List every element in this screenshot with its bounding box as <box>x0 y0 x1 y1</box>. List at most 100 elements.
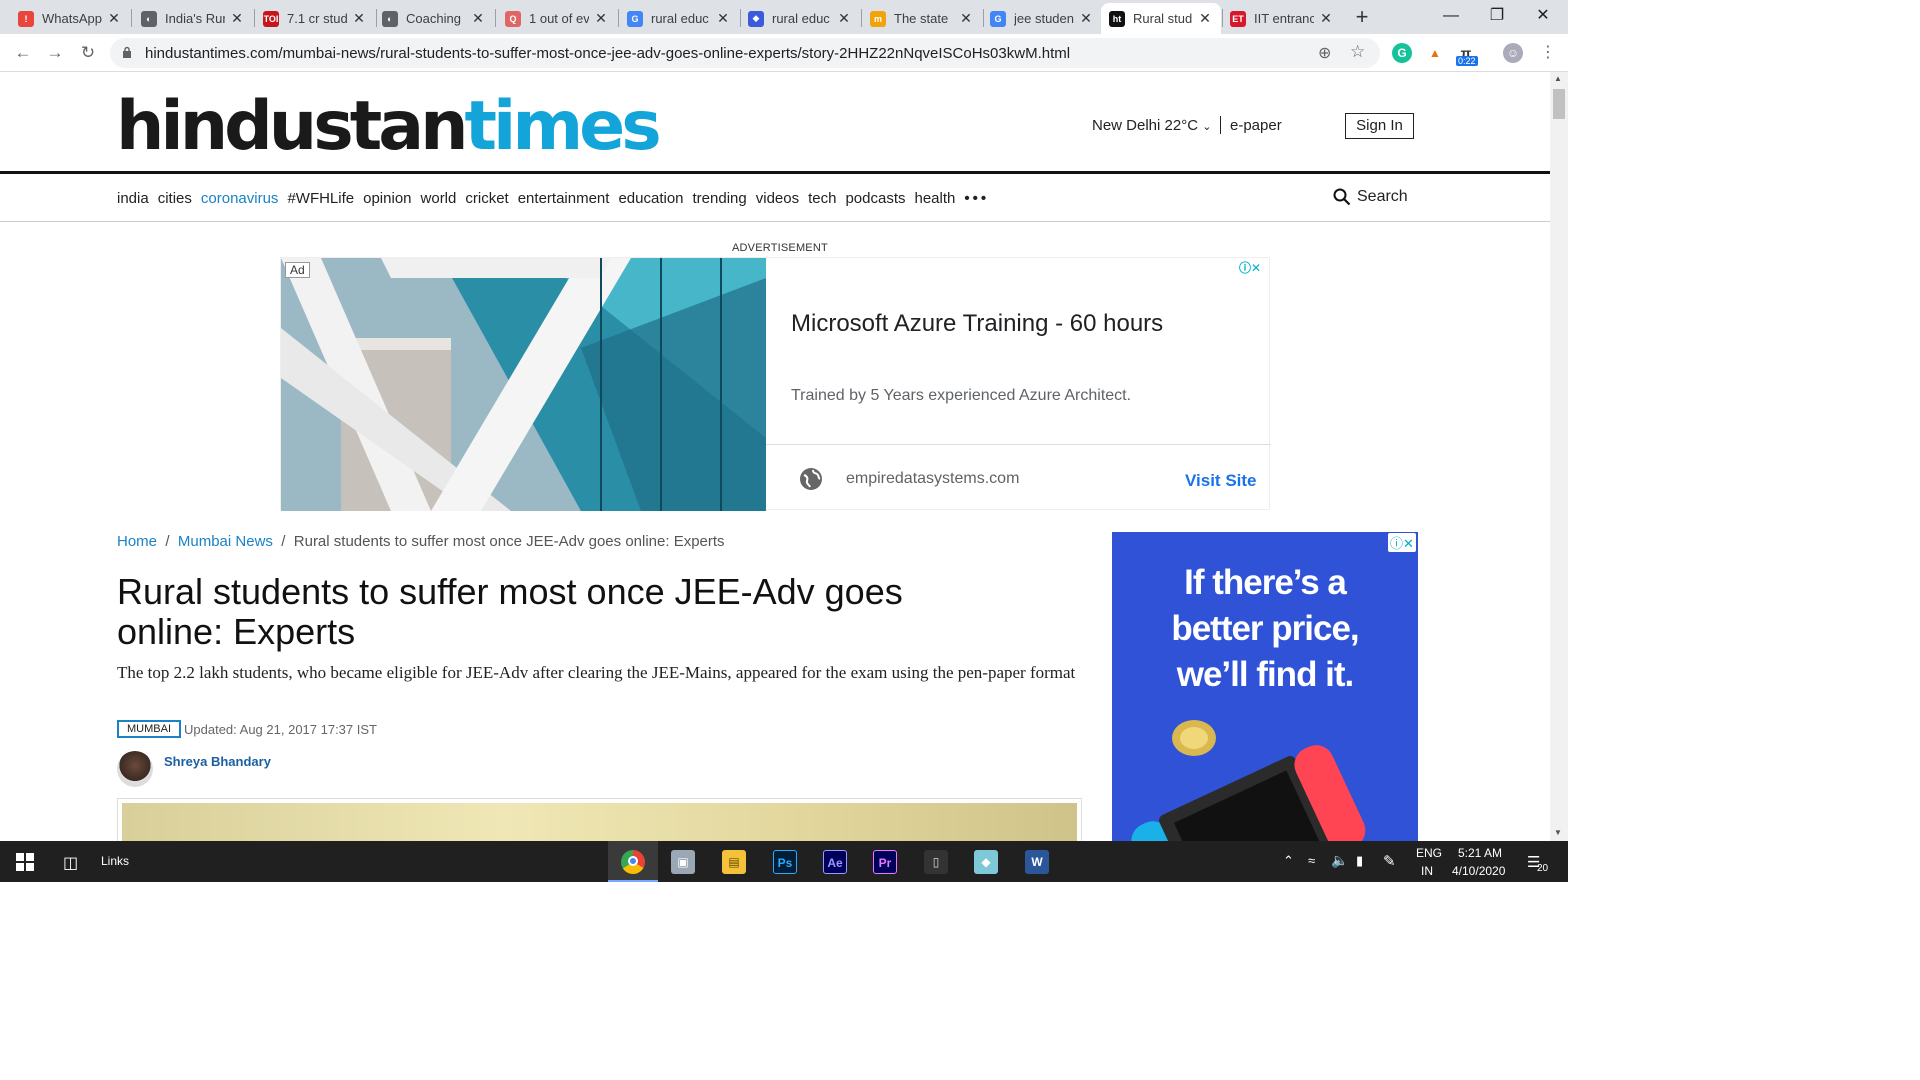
ad-title[interactable]: Microsoft Azure Training - 60 hours <box>791 310 1163 338</box>
close-window-button[interactable]: ✕ <box>1520 0 1566 32</box>
browser-tab[interactable]: Gjee studen ✕ <box>982 3 1102 34</box>
nav-item-wfhlife[interactable]: #WFHLife <box>287 190 354 207</box>
forward-button[interactable]: → <box>42 40 68 66</box>
author-avatar[interactable] <box>117 751 153 787</box>
nav-item-coronavirus[interactable]: coronavirus <box>201 190 279 207</box>
tab-close-icon[interactable]: ✕ <box>958 10 974 27</box>
grammarly-icon[interactable]: G <box>1392 43 1412 63</box>
app-icon[interactable]: ▣ <box>671 850 695 874</box>
browser-tab[interactable]: ! WhatsApp ✕ <box>10 3 130 34</box>
address-bar[interactable]: hindustantimes.com/mumbai-news/rural-stu… <box>110 38 1380 68</box>
file-explorer-icon[interactable]: ▤ <box>722 850 746 874</box>
browser-tab[interactable]: ht Rural stud ✕ <box>1101 3 1221 34</box>
ad-image[interactable]: Ad <box>281 258 766 511</box>
tab-close-icon[interactable]: ✕ <box>1318 10 1334 27</box>
sidebar-ad[interactable]: ⓘ✕ If there’s a better price, we’ll find… <box>1112 532 1418 841</box>
language-primary[interactable]: ENG <box>1416 846 1442 860</box>
tab-close-icon[interactable]: ✕ <box>351 10 367 27</box>
nav-item-trending[interactable]: trending <box>693 190 747 207</box>
tab-close-icon[interactable]: ✕ <box>593 10 609 27</box>
tab-close-icon[interactable]: ✕ <box>106 10 122 27</box>
bookmark-star-icon[interactable]: ☆ <box>1350 42 1365 62</box>
browser-tab[interactable]: ◐ India's Rural ✕ <box>133 3 253 34</box>
chrome-icon[interactable] <box>621 850 645 874</box>
word-icon[interactable]: W <box>1025 850 1049 874</box>
sign-in-button[interactable]: Sign In <box>1345 113 1414 139</box>
browser-tab[interactable]: Q 1 out of every ✕ <box>497 3 617 34</box>
wifi-icon[interactable]: ≈ <box>1308 853 1315 868</box>
language-region[interactable]: IN <box>1421 864 1433 878</box>
profile-avatar[interactable]: ☺ <box>1503 43 1523 63</box>
browser-tab[interactable]: TOI 7.1 cr students ✕ <box>255 3 375 34</box>
more-menu-icon[interactable]: ••• <box>964 190 989 207</box>
notification-count: 20 <box>1537 863 1549 874</box>
scroll-up-arrow-icon[interactable]: ▲ <box>1554 74 1562 83</box>
author-name[interactable]: Shreya Bhandary <box>164 754 271 769</box>
extension-flame-icon[interactable]: ▲ <box>1425 43 1445 63</box>
battery-icon[interactable]: ▮ <box>1356 853 1363 869</box>
tab-close-icon[interactable]: ✕ <box>715 10 731 27</box>
breadcrumb-mumbai-news[interactable]: Mumbai News <box>178 533 273 550</box>
divider <box>766 444 1271 445</box>
site-logo[interactable]: hindustantimes <box>116 92 662 162</box>
menu-icon[interactable]: ⋮ <box>1540 42 1556 62</box>
nav-item-cricket[interactable]: cricket <box>465 190 508 207</box>
breadcrumb-separator: / <box>277 533 290 550</box>
scroll-down-arrow-icon[interactable]: ▼ <box>1554 828 1562 837</box>
clock-time[interactable]: 5:21 AM <box>1458 846 1502 860</box>
browser-tab[interactable]: ET IIT entranc ✕ <box>1222 3 1342 34</box>
nav-item-cities[interactable]: cities <box>158 190 192 207</box>
app-icon[interactable]: ◆ <box>974 850 998 874</box>
photoshop-icon[interactable]: Ps <box>773 850 797 874</box>
banner-ad[interactable]: Ad ⓘ✕ Microsoft Azure Training - 60 hour… <box>280 257 1271 511</box>
nav-item-health[interactable]: health <box>915 190 956 207</box>
tab-close-icon[interactable]: ✕ <box>1078 10 1094 27</box>
breadcrumb-current: Rural students to suffer most once JEE-A… <box>293 533 725 550</box>
visit-site-button[interactable]: Visit Site <box>1185 471 1257 491</box>
premiere-icon[interactable]: Pr <box>873 850 897 874</box>
maximize-button[interactable]: ❐ <box>1474 0 1520 32</box>
tab-favicon-icon: ◆ <box>748 10 764 27</box>
browser-tab[interactable]: ◐ Coaching ✕ <box>374 3 494 34</box>
nav-item-education[interactable]: education <box>618 190 683 207</box>
after-effects-icon[interactable]: Ae <box>823 850 847 874</box>
page-scrollbar[interactable]: ▲ ▼ <box>1550 72 1568 841</box>
browser-tab[interactable]: m The state ✕ <box>862 3 982 34</box>
links-toolbar[interactable]: Links <box>101 854 129 868</box>
tab-close-icon[interactable]: ✕ <box>1197 10 1213 27</box>
nav-item-tech[interactable]: tech <box>808 190 836 207</box>
tab-close-icon[interactable]: ✕ <box>836 10 852 27</box>
tab-close-icon[interactable]: ✕ <box>229 10 245 27</box>
breadcrumb-home[interactable]: Home <box>117 533 157 550</box>
tab-close-icon[interactable]: ✕ <box>470 10 486 27</box>
nav-item-videos[interactable]: videos <box>756 190 799 207</box>
windows-start-icon[interactable] <box>16 853 34 871</box>
ad-choices-icon[interactable]: ⓘ✕ <box>1388 533 1416 552</box>
search-button[interactable]: Search <box>1333 188 1408 206</box>
browser-tab[interactable]: Grural educ ✕ <box>619 3 739 34</box>
volume-icon[interactable]: 🔈 <box>1331 852 1348 869</box>
nav-item-world[interactable]: world <box>421 190 457 207</box>
clock-date[interactable]: 4/10/2020 <box>1452 864 1505 878</box>
epaper-link[interactable]: e-paper <box>1230 117 1282 134</box>
scrollbar-thumb[interactable] <box>1553 89 1565 119</box>
pen-icon[interactable]: ✎ <box>1383 852 1396 870</box>
reload-button[interactable]: ↻ <box>75 40 101 66</box>
weather-dropdown[interactable]: New Delhi 22°C ⌄ <box>1092 117 1211 134</box>
back-button[interactable]: ← <box>10 40 36 66</box>
ad-choices-icon[interactable]: ⓘ✕ <box>1239 259 1261 276</box>
nav-item-opinion[interactable]: opinion <box>363 190 411 207</box>
nav-item-entertainment[interactable]: entertainment <box>518 190 610 207</box>
url-text[interactable]: hindustantimes.com/mumbai-news/rural-stu… <box>145 45 1070 62</box>
new-tab-button[interactable]: + <box>1349 5 1375 31</box>
task-view-icon[interactable]: ◫ <box>63 853 78 873</box>
nav-item-india[interactable]: india <box>117 190 149 207</box>
minimize-button[interactable]: — <box>1428 0 1474 32</box>
install-icon[interactable]: ⊕ <box>1318 43 1331 63</box>
section-tag[interactable]: MUMBAI <box>117 720 181 738</box>
browser-tab[interactable]: ◆ rural educ ✕ <box>740 3 860 34</box>
tab-separator <box>495 9 496 27</box>
chevron-up-icon[interactable]: ⌃ <box>1283 853 1294 869</box>
nav-item-podcasts[interactable]: podcasts <box>845 190 905 207</box>
app-icon[interactable]: ▯ <box>924 850 948 874</box>
